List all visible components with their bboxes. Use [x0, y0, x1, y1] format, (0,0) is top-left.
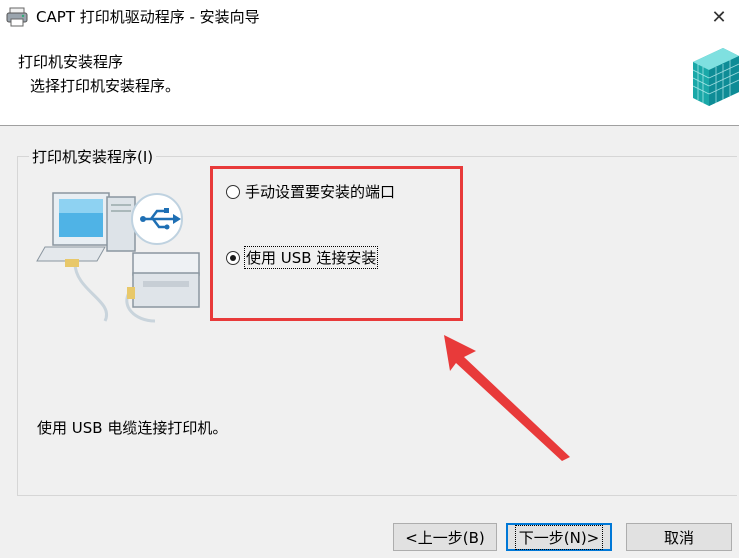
window-title: CAPT 打印机驱动程序 - 安装向导: [36, 8, 260, 26]
annotation-highlight-box: [210, 166, 463, 321]
wizard-body: 打印机安装程序(I) 手动设置要安装的端口 使用 USB 连接安装 使用 USB…: [0, 126, 739, 558]
header-title: 打印机安装程序: [18, 53, 124, 71]
group-legend: 打印机安装程序(I): [29, 146, 157, 167]
usb-printer-illustration: [36, 192, 200, 323]
canon-cube-logo: [692, 48, 739, 106]
back-button[interactable]: <上一步(B): [393, 523, 497, 551]
annotation-arrow-icon: [444, 335, 570, 461]
next-button[interactable]: 下一步(N)>: [506, 523, 612, 551]
next-button-label[interactable]: 下一步(N)>: [514, 524, 604, 550]
close-button[interactable]: ✕: [699, 0, 739, 34]
title-bar: CAPT 打印机驱动程序 - 安装向导 ✕: [0, 0, 739, 34]
printer-app-icon: [6, 7, 28, 27]
header-subtitle: 选择打印机安装程序。: [30, 77, 181, 95]
back-button-label[interactable]: <上一步(B): [405, 527, 485, 548]
close-icon[interactable]: ✕: [711, 7, 726, 28]
option-description: 使用 USB 电缆连接打印机。: [37, 419, 228, 437]
wizard-header: 打印机安装程序 选择打印机安装程序。: [0, 34, 739, 126]
cancel-button[interactable]: 取消: [626, 523, 732, 551]
cancel-button-label[interactable]: 取消: [664, 527, 694, 548]
